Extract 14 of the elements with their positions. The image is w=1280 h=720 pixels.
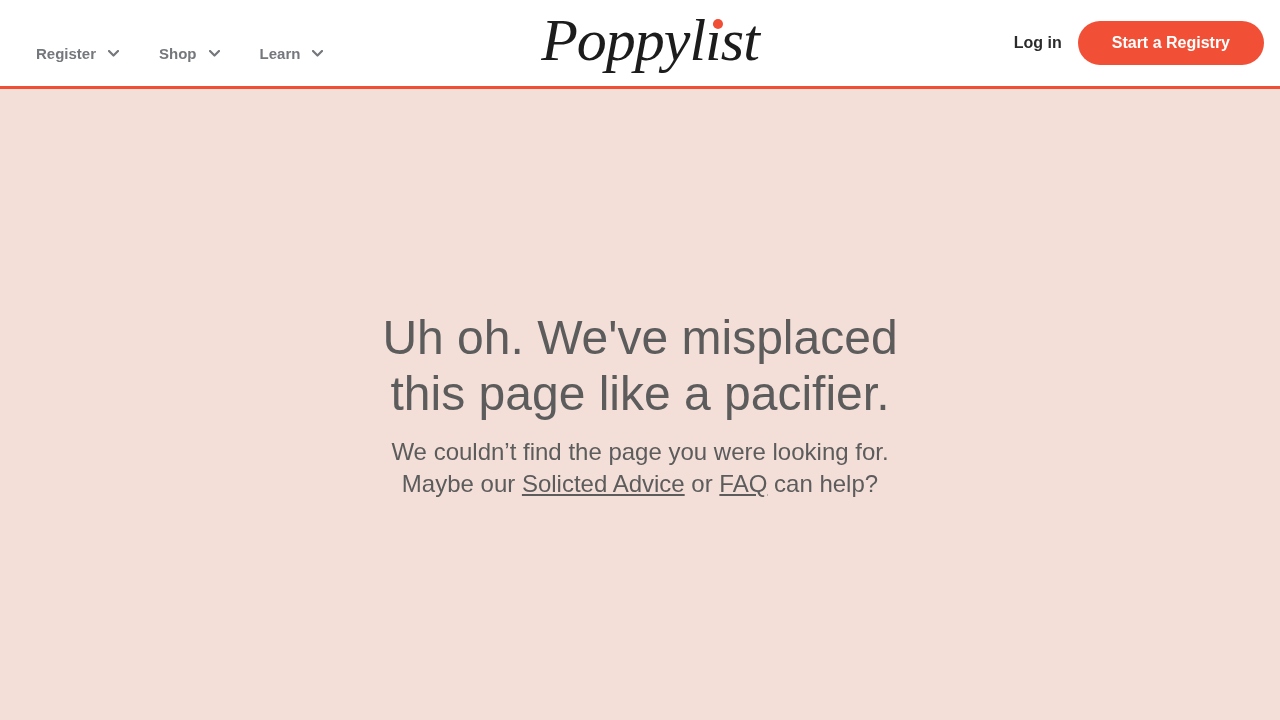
- error-heading: Uh oh. We've misplaced this page like a pacifier.: [381, 309, 899, 422]
- nav-menu-button[interactable]: Register: [36, 44, 120, 62]
- start-registry-button[interactable]: Start a Registry: [1077, 21, 1264, 65]
- dot-icon: [713, 19, 724, 29]
- chevron-down-icon: [208, 49, 220, 57]
- chevron-down-icon: [312, 49, 324, 57]
- chevron-down-icon: [108, 49, 120, 57]
- error-message: We couldn’t find the page you were looking for. Maybe our Solicted Advice or FAQ can help?: [390, 436, 890, 499]
- login-link[interactable]: Log in: [1013, 30, 1062, 56]
- logo[interactable]: Poppylist: [541, 10, 759, 76]
- help-link[interactable]: Solicted Advice: [521, 469, 685, 497]
- help-link[interactable]: FAQ: [719, 469, 768, 497]
- nav-menu-button[interactable]: Learn: [259, 44, 324, 62]
- nav-menu-button[interactable]: Shop: [159, 44, 220, 62]
